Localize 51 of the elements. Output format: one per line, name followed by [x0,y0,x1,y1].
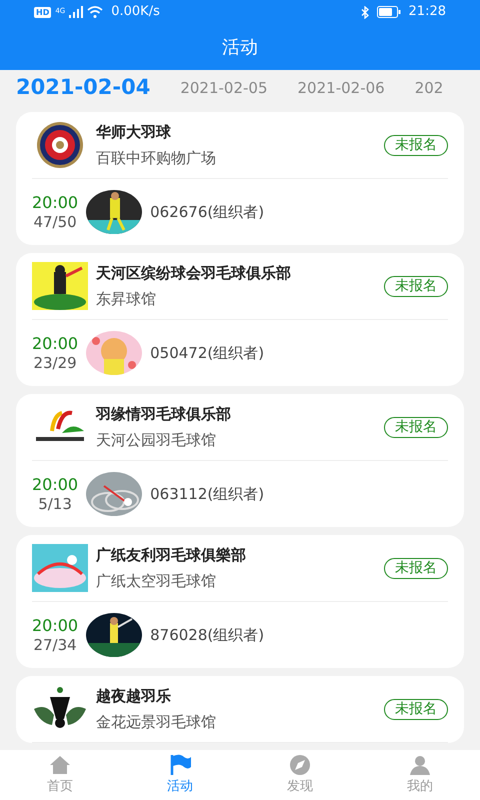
nav-tab[interactable]: 我的 [390,753,450,797]
participant-count: 27/34 [33,636,77,654]
network-speed: 0.00K/s [111,3,160,22]
venue-name: 金花远景羽毛球馆 [96,712,217,733]
signal-icon [69,6,84,18]
participant-count: 23/29 [33,354,77,372]
wifi-icon [87,6,104,18]
date-tab[interactable]: 2021-02-04 [16,72,150,104]
organizer-name: 050472(组织者) [150,342,264,364]
nav-tab[interactable]: 活动 [150,753,210,797]
start-time: 20:00 [32,616,78,636]
activity-card[interactable]: 广纸友利羽毛球俱樂部 广纸太空羽毛球馆 未报名 20:00 27/34 876028(组织者) [16,535,464,668]
clock-time: 21:28 [408,3,446,22]
registration-status: 未报名 [384,698,448,720]
compass-icon [288,753,312,778]
start-time: 20:00 [32,192,78,212]
activity-card[interactable]: 天河区缤纷球会羽毛球俱乐部 东昇球馆 未报名 20:00 23/29 050472(组织者) [16,253,464,386]
activity-card[interactable]: 越夜越羽乐 金花远景羽毛球馆 未报名 [16,676,464,743]
venue-name: 天河公园羽毛球馆 [96,430,217,451]
registration-status: 未报名 [384,558,448,578]
club-name: 华师大羽球 [96,122,172,142]
venue-name: 广纸太空羽毛球馆 [96,571,217,592]
battery-icon [376,6,401,18]
participant-count: 47/50 [33,212,77,232]
person-icon [408,753,432,778]
activity-card[interactable]: 华师大羽球 百联中环购物广场 未报名 20:00 47/50 062676(组织者) [16,112,464,245]
date-tab[interactable]: 2021-02-05 [180,76,268,100]
start-time: 20:00 [32,334,78,354]
venue-name: 百联中环购物广场 [96,148,217,169]
organizer-name: 063112(组织者) [150,484,264,505]
registration-status: 未报名 [384,416,448,438]
registration-status: 未报名 [384,134,448,156]
club-name: 越夜越羽乐 [96,686,172,706]
network-badge: HD [34,6,52,18]
nav-tab[interactable]: 发现 [270,753,330,797]
club-name: 羽缘情羽毛球俱乐部 [96,404,232,424]
date-tab[interactable]: 2021-02-06 [298,76,385,100]
registration-status: 未报名 [384,276,448,296]
participant-count: 5/13 [38,494,72,514]
date-tab[interactable]: 202 [414,76,444,100]
bluetooth-icon [360,6,369,18]
flag-icon [168,753,192,778]
club-name: 广纸友利羽毛球俱樂部 [96,544,247,566]
activity-card[interactable]: 羽缘情羽毛球俱乐部 天河公园羽毛球馆 未报名 20:00 5/13 063112(组织者) [16,394,464,527]
nav-tab[interactable]: 首页 [30,753,90,797]
club-name: 天河区缤纷球会羽毛球俱乐部 [96,262,292,284]
organizer-name: 062676(组织者) [150,202,264,223]
start-time: 20:00 [32,474,78,494]
page-title: 活动 [222,36,258,60]
venue-name: 东昇球馆 [96,289,157,310]
organizer-name: 876028(组织者) [150,624,264,646]
